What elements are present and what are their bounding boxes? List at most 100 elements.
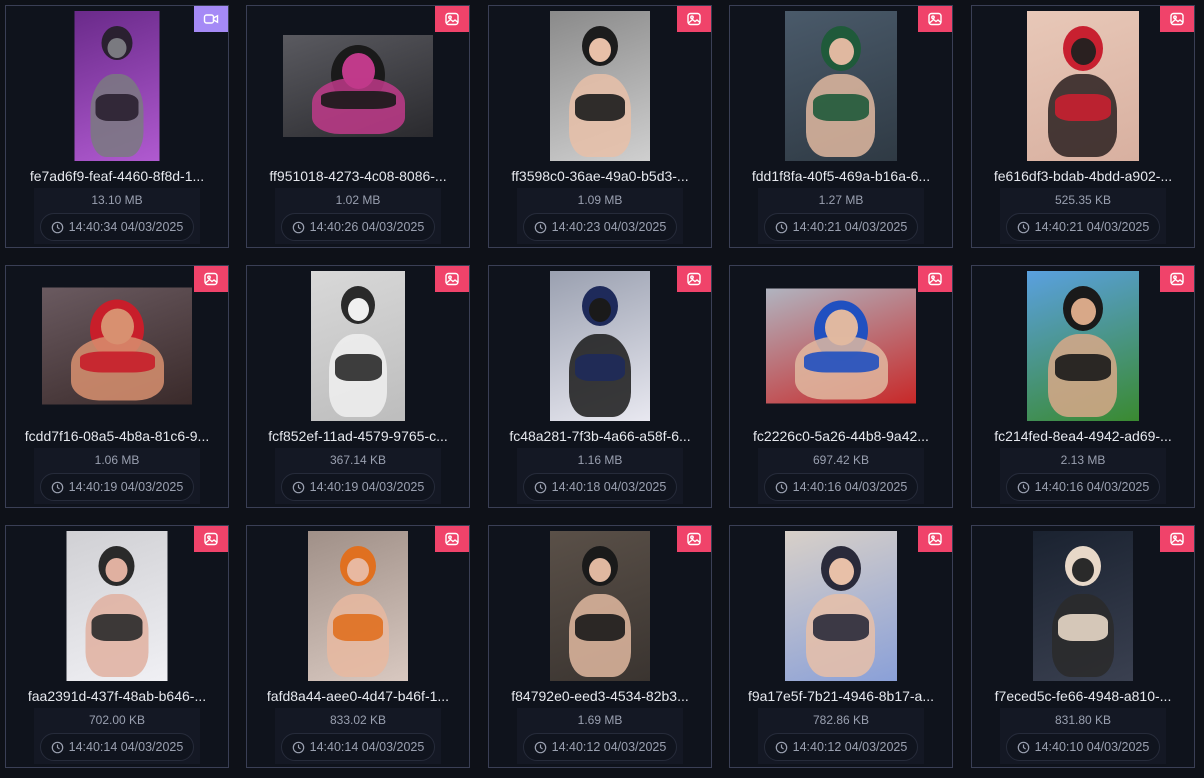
timestamp: 14:40:12 04/03/2025 (551, 740, 667, 754)
image-type-badge (677, 6, 711, 32)
clock-icon (51, 741, 64, 754)
clock-icon (534, 741, 547, 754)
media-card[interactable]: fc214fed-8ea4-4942-ad69-... 2.13 MB 14:4… (971, 265, 1195, 508)
file-name: fc214fed-8ea4-4942-ad69-... (994, 428, 1172, 444)
image-icon (203, 271, 219, 287)
file-size: 525.35 KB (1054, 193, 1112, 207)
image-type-badge (677, 266, 711, 292)
image-type-badge (1160, 526, 1194, 552)
media-thumbnail[interactable] (1027, 271, 1139, 421)
file-name: fcdd7f16-08a5-4b8a-81c6-9... (24, 428, 210, 444)
file-name: ff3598c0-36ae-49a0-b5d3-... (511, 168, 689, 184)
clock-icon (292, 481, 305, 494)
media-thumbnail[interactable] (785, 531, 897, 681)
media-thumbnail[interactable] (308, 531, 408, 681)
clock-icon (775, 741, 788, 754)
media-thumbnail[interactable] (66, 531, 168, 681)
timestamp-pill: 14:40:18 04/03/2025 (523, 473, 677, 501)
image-icon (686, 531, 702, 547)
clock-icon (775, 221, 788, 234)
media-card[interactable]: fe616df3-bdab-4bdd-a902-... 525.35 KB 14… (971, 5, 1195, 248)
image-icon (444, 531, 460, 547)
video-icon (203, 11, 219, 27)
media-thumbnail[interactable] (1027, 11, 1139, 161)
file-meta: 833.02 KB 14:40:14 04/03/2025 (275, 708, 441, 764)
image-icon (444, 271, 460, 287)
media-thumbnail[interactable] (311, 271, 405, 421)
clock-icon (292, 221, 305, 234)
file-meta: 525.35 KB 14:40:21 04/03/2025 (1000, 188, 1166, 244)
image-type-badge (1160, 266, 1194, 292)
media-thumbnail[interactable] (283, 35, 433, 137)
clock-icon (1017, 481, 1030, 494)
file-name: fc2226c0-5a26-44b8-9a42... (753, 428, 929, 444)
clock-icon (292, 741, 305, 754)
file-meta: 1.06 MB 14:40:19 04/03/2025 (34, 448, 200, 504)
media-card[interactable]: f9a17e5f-7b21-4946-8b17-a... 782.86 KB 1… (729, 525, 953, 768)
timestamp: 14:40:18 04/03/2025 (551, 480, 667, 494)
image-type-badge (677, 526, 711, 552)
file-size: 367.14 KB (329, 453, 387, 467)
media-card[interactable]: fafd8a44-aee0-4d47-b46f-1... 833.02 KB 1… (246, 525, 470, 768)
clock-icon (534, 221, 547, 234)
timestamp: 14:40:19 04/03/2025 (68, 480, 184, 494)
media-card[interactable]: fc2226c0-5a26-44b8-9a42... 697.42 KB 14:… (729, 265, 953, 508)
file-size: 831.80 KB (1054, 713, 1112, 727)
image-type-badge (918, 266, 952, 292)
file-name: fafd8a44-aee0-4d47-b46f-1... (266, 688, 450, 704)
timestamp: 14:40:26 04/03/2025 (309, 220, 425, 234)
image-type-badge (1160, 6, 1194, 32)
file-name: fc48a281-7f3b-4a66-a58f-6... (509, 428, 691, 444)
media-thumbnail[interactable] (550, 531, 650, 681)
image-icon (203, 531, 219, 547)
image-type-badge (435, 6, 469, 32)
file-meta: 1.02 MB 14:40:26 04/03/2025 (275, 188, 441, 244)
clock-icon (775, 481, 788, 494)
file-size: 1.27 MB (818, 193, 864, 207)
clock-icon (534, 481, 547, 494)
timestamp-pill: 14:40:12 04/03/2025 (764, 733, 918, 761)
file-name: f7eced5c-fe66-4948-a810-... (994, 688, 1172, 704)
file-meta: 1.69 MB 14:40:12 04/03/2025 (517, 708, 683, 764)
timestamp-pill: 14:40:26 04/03/2025 (281, 213, 435, 241)
media-card[interactable]: fcf852ef-11ad-4579-9765-c... 367.14 KB 1… (246, 265, 470, 508)
file-meta: 697.42 KB 14:40:16 04/03/2025 (758, 448, 924, 504)
media-card[interactable]: ff951018-4273-4c08-8086-... 1.02 MB 14:4… (246, 5, 470, 248)
media-card[interactable]: fc48a281-7f3b-4a66-a58f-6... 1.16 MB 14:… (488, 265, 712, 508)
image-icon (1169, 11, 1185, 27)
timestamp: 14:40:34 04/03/2025 (68, 220, 184, 234)
media-thumbnail[interactable] (42, 287, 192, 405)
file-meta: 2.13 MB 14:40:16 04/03/2025 (1000, 448, 1166, 504)
file-name: fe616df3-bdab-4bdd-a902-... (993, 168, 1173, 184)
timestamp-pill: 14:40:14 04/03/2025 (40, 733, 194, 761)
file-size: 1.02 MB (335, 193, 381, 207)
image-type-badge (435, 266, 469, 292)
media-card[interactable]: faa2391d-437f-48ab-b646-... 702.00 KB 14… (5, 525, 229, 768)
file-meta: 13.10 MB 14:40:34 04/03/2025 (34, 188, 200, 244)
file-name: fe7ad6f9-feaf-4460-8f8d-1... (29, 168, 205, 184)
media-thumbnail[interactable] (785, 11, 897, 161)
media-thumbnail[interactable] (74, 11, 160, 161)
timestamp: 14:40:16 04/03/2025 (792, 480, 908, 494)
image-type-badge (435, 526, 469, 552)
file-meta: 702.00 KB 14:40:14 04/03/2025 (34, 708, 200, 764)
timestamp-pill: 14:40:21 04/03/2025 (1006, 213, 1160, 241)
timestamp: 14:40:21 04/03/2025 (792, 220, 908, 234)
media-card[interactable]: fe7ad6f9-feaf-4460-8f8d-1... 13.10 MB 14… (5, 5, 229, 248)
file-name: ff951018-4273-4c08-8086-... (269, 168, 447, 184)
media-thumbnail[interactable] (550, 11, 650, 161)
clock-icon (51, 221, 64, 234)
media-card[interactable]: ff3598c0-36ae-49a0-b5d3-... 1.09 MB 14:4… (488, 5, 712, 248)
media-card[interactable]: fcdd7f16-08a5-4b8a-81c6-9... 1.06 MB 14:… (5, 265, 229, 508)
file-name: f9a17e5f-7b21-4946-8b17-a... (747, 688, 935, 704)
file-size: 13.10 MB (91, 193, 143, 207)
timestamp: 14:40:19 04/03/2025 (309, 480, 425, 494)
file-size: 1.69 MB (577, 713, 623, 727)
image-icon (686, 11, 702, 27)
media-thumbnail[interactable] (550, 271, 650, 421)
media-card[interactable]: f7eced5c-fe66-4948-a810-... 831.80 KB 14… (971, 525, 1195, 768)
media-thumbnail[interactable] (766, 288, 916, 404)
media-thumbnail[interactable] (1033, 531, 1133, 681)
media-card[interactable]: fdd1f8fa-40f5-469a-b16a-6... 1.27 MB 14:… (729, 5, 953, 248)
media-card[interactable]: f84792e0-eed3-4534-82b3... 1.69 MB 14:40… (488, 525, 712, 768)
